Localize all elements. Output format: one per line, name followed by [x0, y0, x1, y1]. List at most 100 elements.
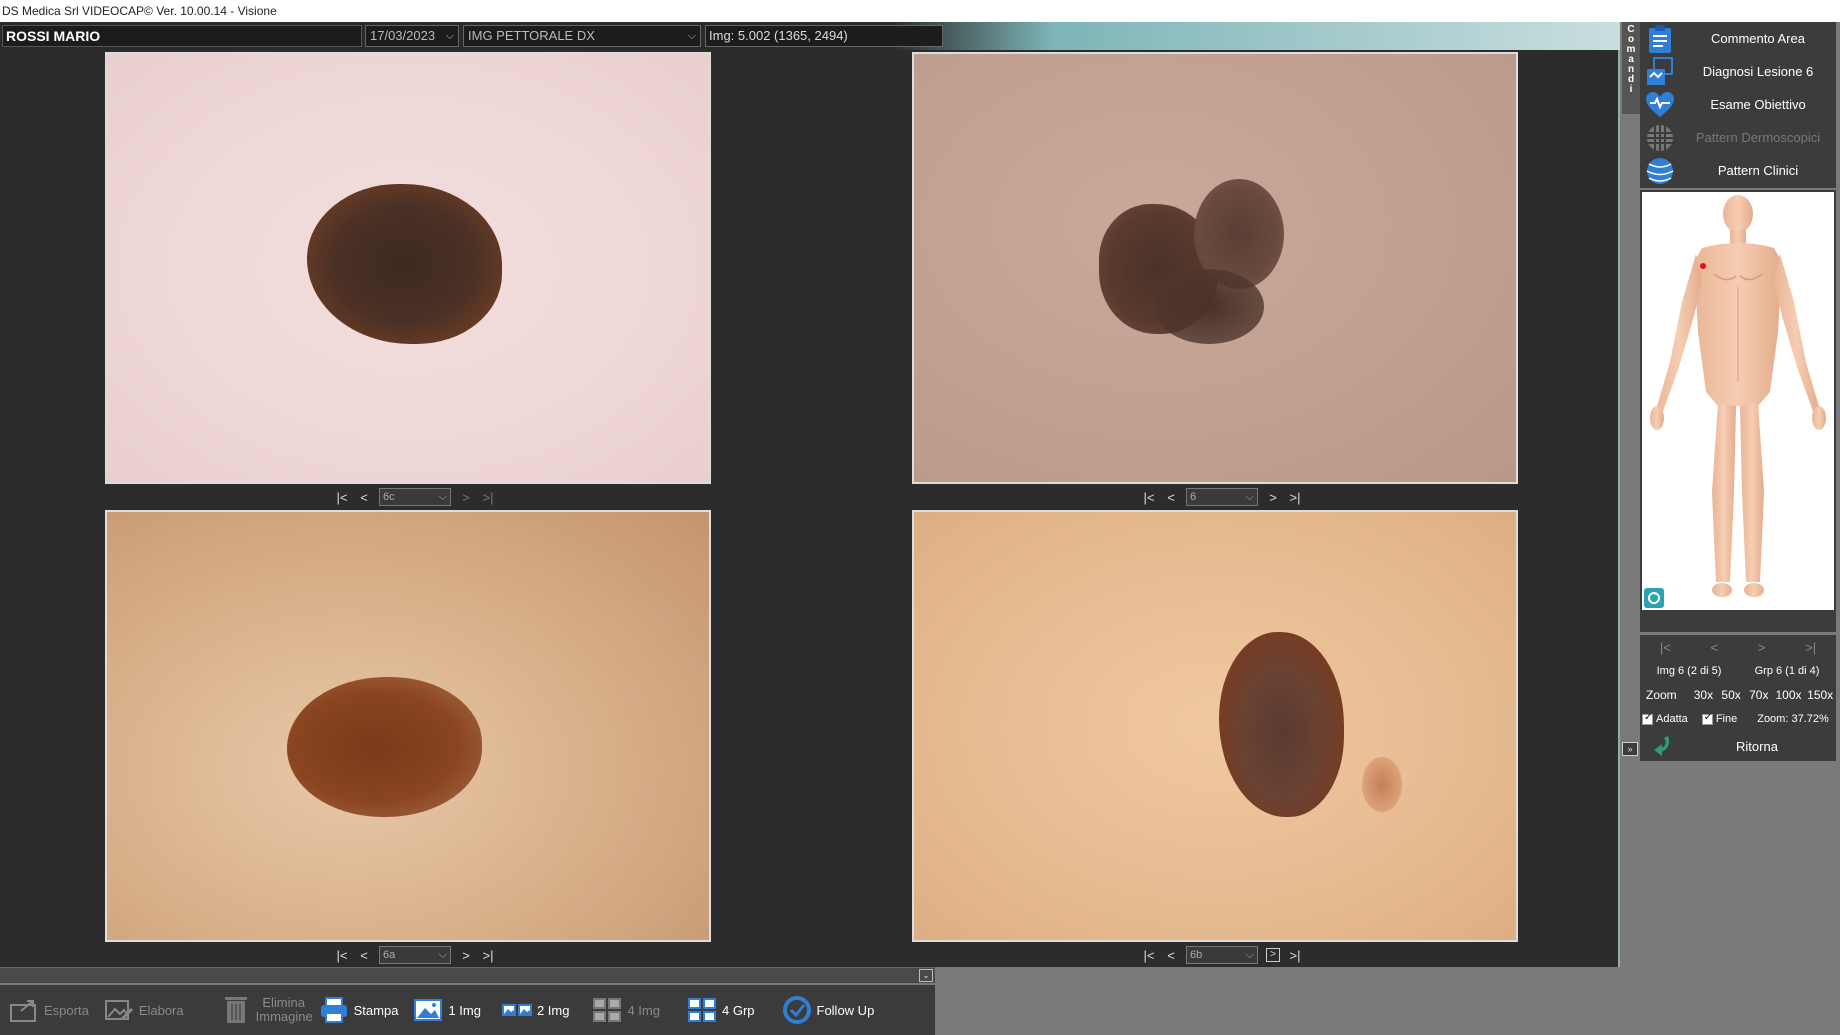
app-window: ROSSI MARIO 17/03/2023 ⌵ IMG PETTORALE D…	[0, 22, 1840, 1035]
chevron-down-icon: ⌵	[438, 949, 447, 961]
clipboard-icon	[1644, 24, 1676, 54]
last-button[interactable]: >|	[1288, 948, 1302, 963]
export-label: Esporta	[44, 1002, 89, 1018]
export-icon	[8, 995, 40, 1025]
chevron-down-icon: ⌵	[1245, 491, 1254, 503]
last-button[interactable]: >|	[481, 490, 495, 505]
next-button[interactable]: >	[1266, 490, 1280, 505]
four-img-button[interactable]: 4 Img	[591, 990, 660, 1030]
next-button[interactable]: >	[459, 948, 473, 963]
print-button[interactable]: Stampa	[318, 990, 399, 1030]
delete-image-label: Elimina Immagine	[255, 995, 313, 1024]
last-button[interactable]: >|	[1805, 640, 1816, 655]
lesion-image-bottom-right[interactable]	[912, 510, 1518, 942]
chevron-down-icon: ⌵	[438, 491, 447, 503]
menu-esame-obiettivo[interactable]: Esame Obiettivo	[1640, 88, 1836, 121]
prev-button[interactable]: <	[357, 490, 371, 505]
zoom-50x-button[interactable]: 50x	[1717, 688, 1745, 702]
adatta-checkbox[interactable]: Adatta	[1642, 712, 1688, 725]
expand-toolbar-button[interactable]: ⌄	[919, 969, 933, 982]
image-select-value: 6c	[383, 491, 395, 503]
zoom-70x-button[interactable]: 70x	[1745, 688, 1773, 702]
fine-checkbox[interactable]: Fine	[1701, 712, 1738, 725]
zoom-label: Zoom	[1646, 688, 1677, 702]
last-button[interactable]: >|	[481, 948, 495, 963]
checkbox-checked	[1642, 712, 1653, 725]
first-button[interactable]: |<	[1660, 640, 1671, 655]
body-map-panel	[1640, 190, 1836, 632]
prev-button[interactable]: <	[357, 948, 371, 963]
image-select-value: 6a	[383, 949, 396, 961]
body-map-nav: |< < > >|	[1640, 635, 1836, 659]
date-select[interactable]: 17/03/2023 ⌵	[365, 25, 459, 47]
next-button[interactable]: >	[1266, 948, 1280, 962]
toolbar-strip: ⌄	[0, 967, 935, 983]
last-button[interactable]: >|	[1288, 490, 1302, 505]
collapse-panel-button[interactable]: »	[1622, 742, 1638, 756]
ritorna-label: Ritorna	[1736, 738, 1778, 754]
four-grp-label: 4 Grp	[721, 1002, 755, 1018]
zoom-100x-button[interactable]: 100x	[1773, 688, 1805, 702]
lesion-image-top-right[interactable]	[912, 52, 1518, 484]
fine-label: Fine	[1715, 713, 1738, 725]
two-img-button[interactable]: 2 Img	[501, 990, 570, 1030]
menu-pattern-clinici[interactable]: Pattern Clinici	[1640, 154, 1836, 187]
four-img-label: 4 Img	[627, 1002, 660, 1018]
export-button[interactable]: Esporta	[8, 990, 89, 1030]
print-label: Stampa	[353, 1002, 399, 1018]
chevron-down-icon: ⌵	[687, 30, 696, 42]
viewer-nav-top-left: |< < 6c ⌵ > >|	[335, 487, 495, 507]
two-images-icon	[501, 995, 533, 1025]
four-grp-button[interactable]: 4 Grp	[686, 990, 755, 1030]
elabora-label: Elabora	[138, 1002, 184, 1018]
menu-pattern-dermoscopici[interactable]: Pattern Dermoscopici	[1640, 121, 1836, 154]
image-select[interactable]: 6a ⌵	[379, 946, 451, 964]
follow-up-button[interactable]: Follow Up	[781, 990, 874, 1030]
elabora-button[interactable]: Elabora	[103, 990, 184, 1030]
image-select-value: 6	[1190, 491, 1197, 503]
menu-diagnosi-lesione[interactable]: Diagnosi Lesione 6	[1640, 55, 1836, 88]
diagnosis-icon	[1644, 56, 1676, 87]
next-button[interactable]: >	[459, 490, 473, 505]
image-select[interactable]: 6 ⌵	[1186, 488, 1258, 506]
ritorna-button[interactable]: Ritorna	[1640, 731, 1836, 761]
grp-counter: Grp 6 (1 di 4)	[1754, 665, 1820, 677]
menu-commento-area[interactable]: Commento Area	[1640, 22, 1836, 55]
delete-image-button[interactable]: Elimina Immagine	[220, 990, 313, 1030]
rotate-icon	[1648, 592, 1660, 604]
first-button[interactable]: |<	[1142, 948, 1156, 963]
menu-esame-obiettivo-label: Esame Obiettivo	[1710, 97, 1806, 112]
first-button[interactable]: |<	[335, 948, 349, 963]
rotate-view-button[interactable]	[1644, 588, 1664, 608]
prev-button[interactable]: <	[1711, 640, 1719, 655]
four-groups-icon	[686, 995, 718, 1025]
two-img-label: 2 Img	[536, 1002, 570, 1018]
zoom-150x-button[interactable]: 150x	[1804, 688, 1836, 702]
image-select-value: 6b	[1190, 949, 1203, 961]
lesion-image-bottom-left[interactable]	[105, 510, 711, 942]
img-counter: Img 6 (2 di 5)	[1656, 665, 1722, 677]
return-arrow-icon	[1650, 732, 1678, 761]
lesion-image-top-left[interactable]	[105, 52, 711, 484]
zoom-value: Zoom: 37.72%	[1757, 713, 1829, 725]
image-select[interactable]: 6c ⌵	[379, 488, 451, 506]
image-select[interactable]: 6b ⌵	[1186, 946, 1258, 964]
prev-button[interactable]: <	[1164, 948, 1178, 963]
image-edit-icon	[103, 995, 135, 1025]
image-label-select[interactable]: IMG PETTORALE DX ⌵	[463, 25, 701, 47]
one-img-button[interactable]: 1 Img	[412, 990, 481, 1030]
next-button[interactable]: >	[1758, 640, 1766, 655]
prev-button[interactable]: <	[1164, 490, 1178, 505]
zoom-row: Zoom 30x 50x 70x 100x 150x	[1640, 683, 1836, 707]
body-map[interactable]	[1642, 192, 1834, 610]
grid-pattern-icon	[1644, 123, 1676, 153]
zoom-30x-button[interactable]: 30x	[1690, 688, 1718, 702]
first-button[interactable]: |<	[335, 490, 349, 505]
comandi-tab[interactable]: C o m a n d i	[1622, 22, 1640, 114]
viewer-nav-top-right: |< < 6 ⌵ > >|	[1142, 487, 1302, 507]
first-button[interactable]: |<	[1142, 490, 1156, 505]
fit-options-row: Adatta Fine Zoom: 37.72%	[1640, 707, 1836, 731]
single-image-icon	[412, 995, 444, 1025]
chevron-down-icon: ⌵	[445, 30, 454, 42]
one-img-label: 1 Img	[448, 1002, 481, 1018]
